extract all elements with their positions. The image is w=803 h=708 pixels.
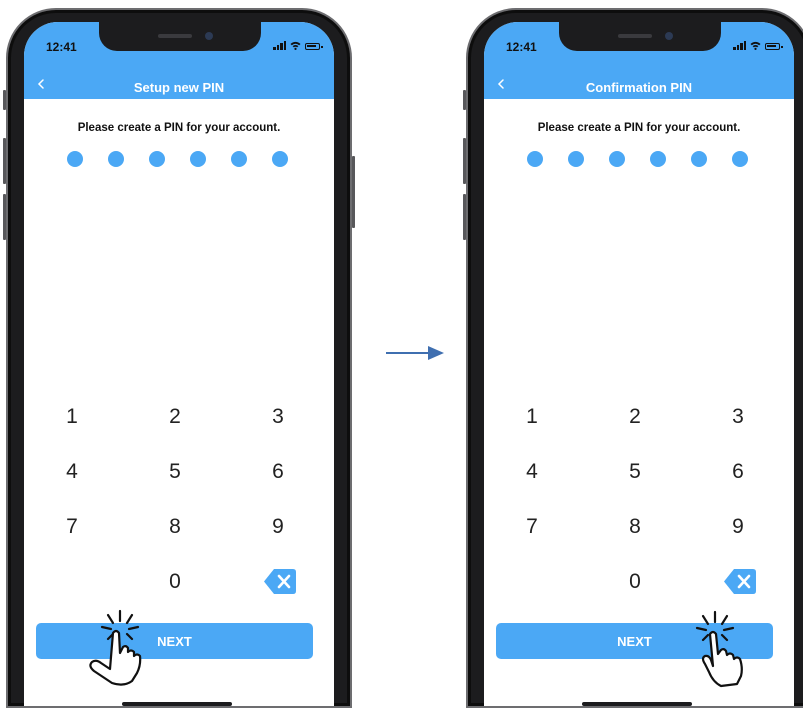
pin-dot-filled — [190, 151, 206, 167]
volume-up-button — [463, 138, 466, 184]
status-icons — [273, 41, 323, 50]
power-button — [352, 156, 355, 228]
pin-dot-filled — [609, 151, 625, 167]
backspace-button[interactable] — [724, 569, 756, 599]
mute-switch — [3, 90, 6, 110]
key-1[interactable]: 1 — [502, 400, 562, 434]
pin-dot-filled — [732, 151, 748, 167]
home-indicator — [582, 702, 692, 706]
pin-dot-filled — [108, 151, 124, 167]
battery-icon — [305, 43, 323, 50]
key-0[interactable]: 0 — [145, 565, 205, 599]
speaker-grille — [158, 34, 192, 38]
notch — [559, 22, 721, 51]
notch — [99, 22, 261, 51]
key-4[interactable]: 4 — [502, 455, 562, 489]
tap-hand-icon — [89, 609, 142, 686]
app-header: 12:41 Setup new PIN — [24, 22, 334, 99]
pin-dot-filled — [272, 151, 288, 167]
pin-dots — [67, 151, 288, 167]
page-title: Setup new PIN — [133, 80, 225, 95]
pin-dot-filled — [691, 151, 707, 167]
status-time: 12:41 — [506, 40, 537, 54]
pin-dot-filled — [527, 151, 543, 167]
key-2[interactable]: 2 — [605, 400, 665, 434]
mute-switch — [463, 90, 466, 110]
signal-icon — [273, 41, 286, 50]
phone-mockup-setup: 12:41 Setup new PIN Please create a PIN … — [3, 8, 355, 708]
key-1[interactable]: 1 — [42, 400, 102, 434]
key-9[interactable]: 9 — [248, 510, 308, 544]
key-3[interactable]: 3 — [248, 400, 308, 434]
backspace-button[interactable] — [264, 569, 296, 599]
app-screen-confirmation-pin: 12:41 Confirmation PIN Please create a P… — [484, 22, 794, 706]
tap-hand-icon — [695, 610, 743, 688]
key-6[interactable]: 6 — [708, 455, 768, 489]
key-5[interactable]: 5 — [605, 455, 665, 489]
volume-up-button — [3, 138, 6, 184]
pin-dot-filled — [231, 151, 247, 167]
backspace-icon — [724, 569, 756, 594]
backspace-icon — [264, 569, 296, 594]
pin-prompt: Please create a PIN for your account. — [537, 122, 741, 134]
key-9[interactable]: 9 — [708, 510, 768, 544]
speaker-grille — [618, 34, 652, 38]
key-3[interactable]: 3 — [708, 400, 768, 434]
status-time: 12:41 — [46, 40, 77, 54]
key-8[interactable]: 8 — [605, 510, 665, 544]
front-camera — [665, 32, 673, 40]
app-header: 12:41 Confirmation PIN — [484, 22, 794, 99]
pin-dot-filled — [149, 151, 165, 167]
volume-down-button — [463, 194, 466, 240]
pin-dot-filled — [568, 151, 584, 167]
pin-dot-filled — [67, 151, 83, 167]
arrow-right-icon — [386, 346, 444, 360]
pin-dots — [527, 151, 748, 167]
wifi-icon — [290, 41, 301, 50]
key-7[interactable]: 7 — [42, 510, 102, 544]
wifi-icon — [750, 41, 761, 50]
app-screen-setup-pin: 12:41 Setup new PIN Please create a PIN … — [24, 22, 334, 706]
page-title: Confirmation PIN — [585, 80, 693, 95]
key-2[interactable]: 2 — [145, 400, 205, 434]
pin-dot-filled — [650, 151, 666, 167]
battery-icon — [765, 43, 783, 50]
phone-mockup-confirm: 12:41 Confirmation PIN Please create a P… — [463, 8, 803, 708]
key-6[interactable]: 6 — [248, 455, 308, 489]
key-5[interactable]: 5 — [145, 455, 205, 489]
volume-down-button — [3, 194, 6, 240]
front-camera — [205, 32, 213, 40]
key-8[interactable]: 8 — [145, 510, 205, 544]
key-0[interactable]: 0 — [605, 565, 665, 599]
key-4[interactable]: 4 — [42, 455, 102, 489]
home-indicator — [122, 702, 232, 706]
status-icons — [733, 41, 783, 50]
key-7[interactable]: 7 — [502, 510, 562, 544]
next-button[interactable]: NEXT — [36, 623, 313, 659]
pin-prompt: Please create a PIN for your account. — [77, 122, 281, 134]
signal-icon — [733, 41, 746, 50]
